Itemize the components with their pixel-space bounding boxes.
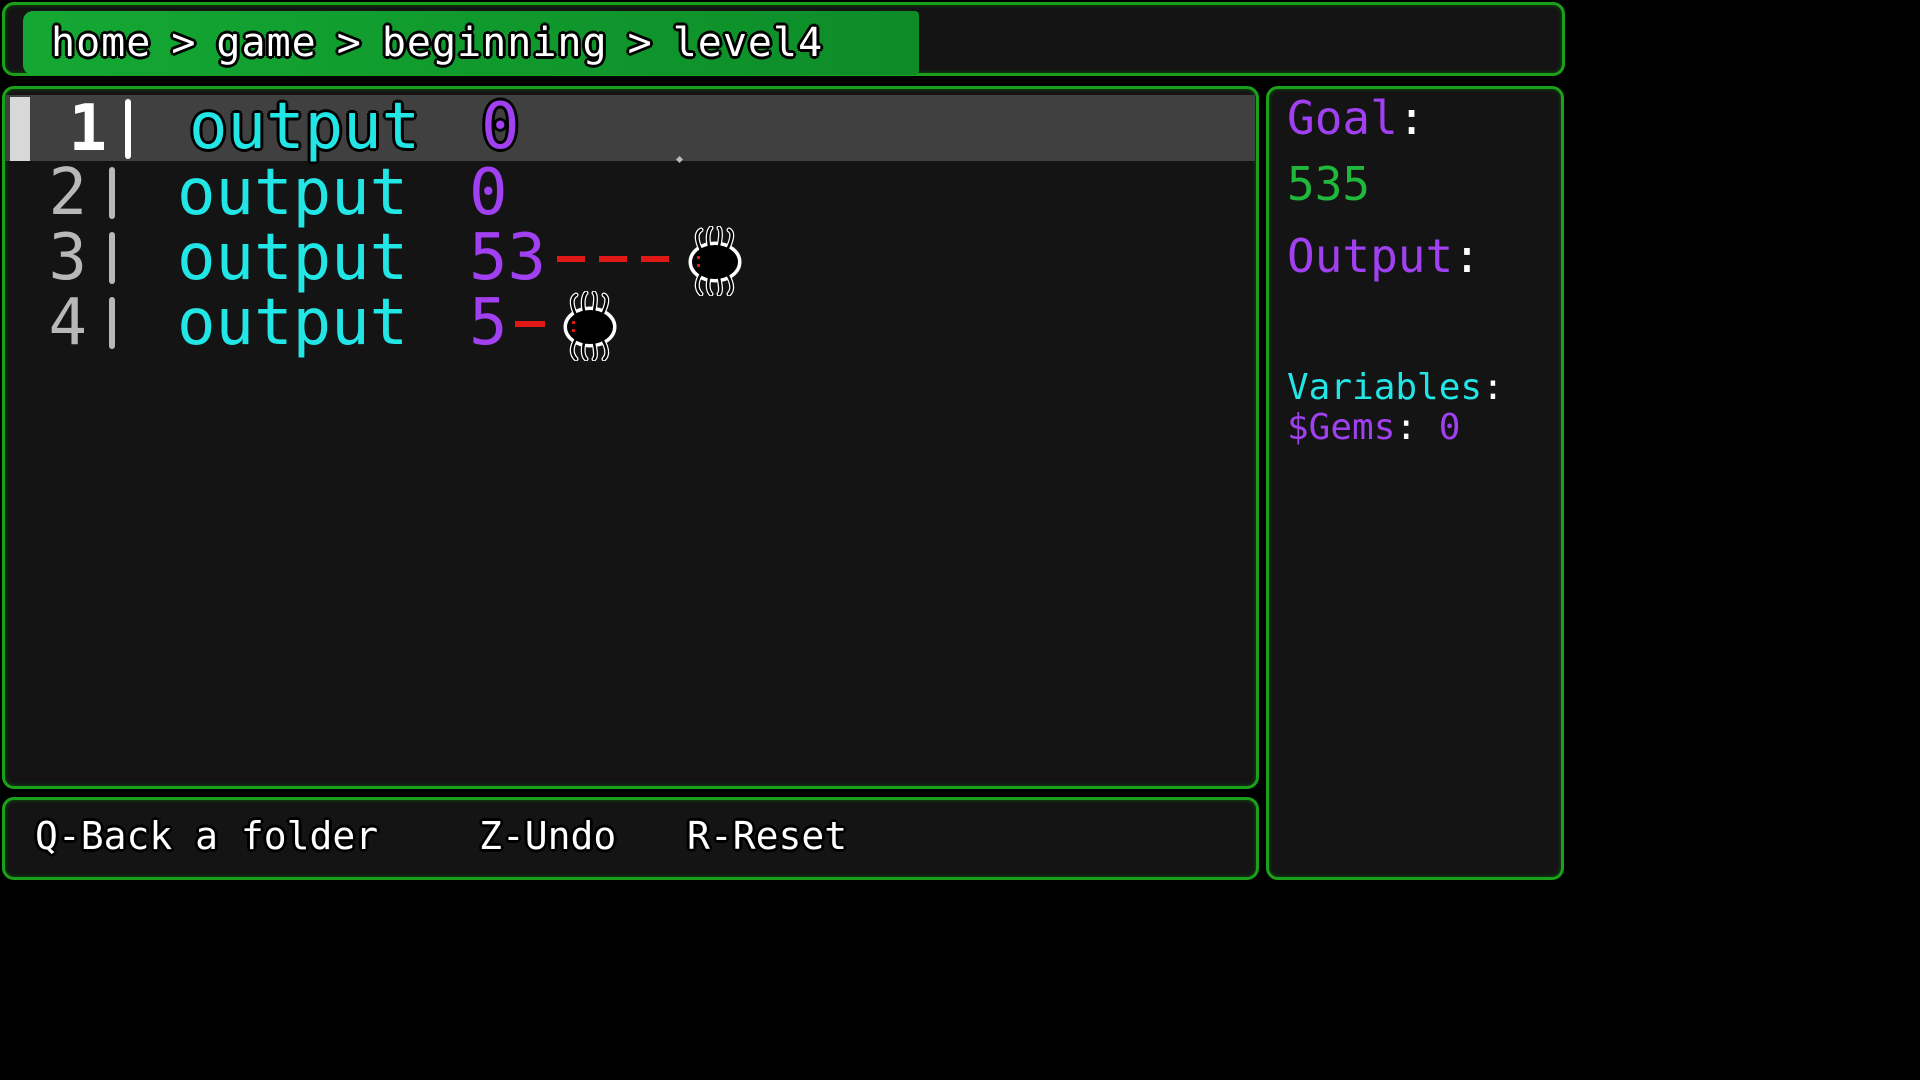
gutter-divider — [109, 167, 115, 219]
line-number: 3 — [48, 221, 87, 295]
undo-hint[interactable]: Z-Undo — [479, 814, 616, 858]
info-panel: Goal: 535 Output: Variables: $Gems: 0 — [1266, 86, 1564, 880]
top-bar: home > game > beginning > level4 — [2, 2, 1565, 76]
line-cursor-marker — [10, 97, 30, 161]
code-keyword[interactable]: output — [177, 226, 408, 290]
line-number: 1 — [68, 92, 107, 166]
code-keyword[interactable]: output — [177, 161, 408, 225]
spider-bug-icon[interactable] — [687, 226, 743, 296]
breadcrumb-item-home[interactable]: home — [51, 20, 151, 66]
breadcrumb-separator: > — [171, 20, 197, 66]
line-number: 4 — [48, 286, 87, 360]
goal-value: 535 — [1287, 157, 1371, 211]
spider-bug-icon[interactable] — [562, 291, 618, 361]
code-keyword[interactable]: output — [189, 95, 420, 159]
code-editor[interactable]: 1 output 0 2 output 0 3 output 53 4 outp… — [2, 86, 1259, 789]
breadcrumb-item-game[interactable]: game — [216, 20, 316, 66]
breadcrumb-item-beginning[interactable]: beginning — [382, 20, 608, 66]
variable-value: 0 — [1438, 407, 1461, 448]
reset-hint[interactable]: R-Reset — [687, 814, 847, 858]
breadcrumb-separator: > — [336, 20, 362, 66]
gutter-divider — [109, 297, 115, 349]
code-value[interactable]: 0 — [469, 161, 508, 225]
code-value[interactable]: 0 — [481, 95, 520, 159]
bug-trail-dash — [641, 256, 669, 262]
bug-trail-dash — [515, 321, 545, 327]
code-line-3[interactable]: 3 output 53 — [5, 221, 1255, 296]
code-value[interactable]: 53 — [469, 226, 546, 290]
breadcrumb-separator: > — [627, 20, 653, 66]
bug-trail-dash — [557, 256, 585, 262]
breadcrumb-item-level4[interactable]: level4 — [673, 20, 824, 66]
game-screen: home > game > beginning > level4 1 outpu… — [0, 0, 1568, 882]
output-label: Output: — [1287, 229, 1481, 283]
variable-name: $Gems — [1287, 407, 1396, 448]
bug-trail-dash — [599, 256, 627, 262]
goal-label: Goal: — [1287, 91, 1426, 145]
gutter-divider — [109, 232, 115, 284]
breadcrumb: home > game > beginning > level4 — [23, 11, 919, 75]
code-line-4[interactable]: 4 output 5 — [5, 286, 1255, 361]
line-number: 2 — [48, 156, 87, 230]
controls-bar: Q-Back a folder Z-Undo R-Reset — [2, 797, 1259, 880]
code-value[interactable]: 5 — [469, 291, 508, 355]
code-line-2[interactable]: 2 output 0 — [5, 161, 1255, 225]
gutter-divider — [125, 99, 131, 159]
code-line-1[interactable]: 1 output 0 — [5, 92, 1255, 166]
code-keyword[interactable]: output — [177, 291, 408, 355]
variables-label: Variables: — [1287, 367, 1504, 408]
back-folder-hint[interactable]: Q-Back a folder — [35, 814, 378, 858]
variable-row: $Gems: 0 — [1287, 407, 1461, 448]
